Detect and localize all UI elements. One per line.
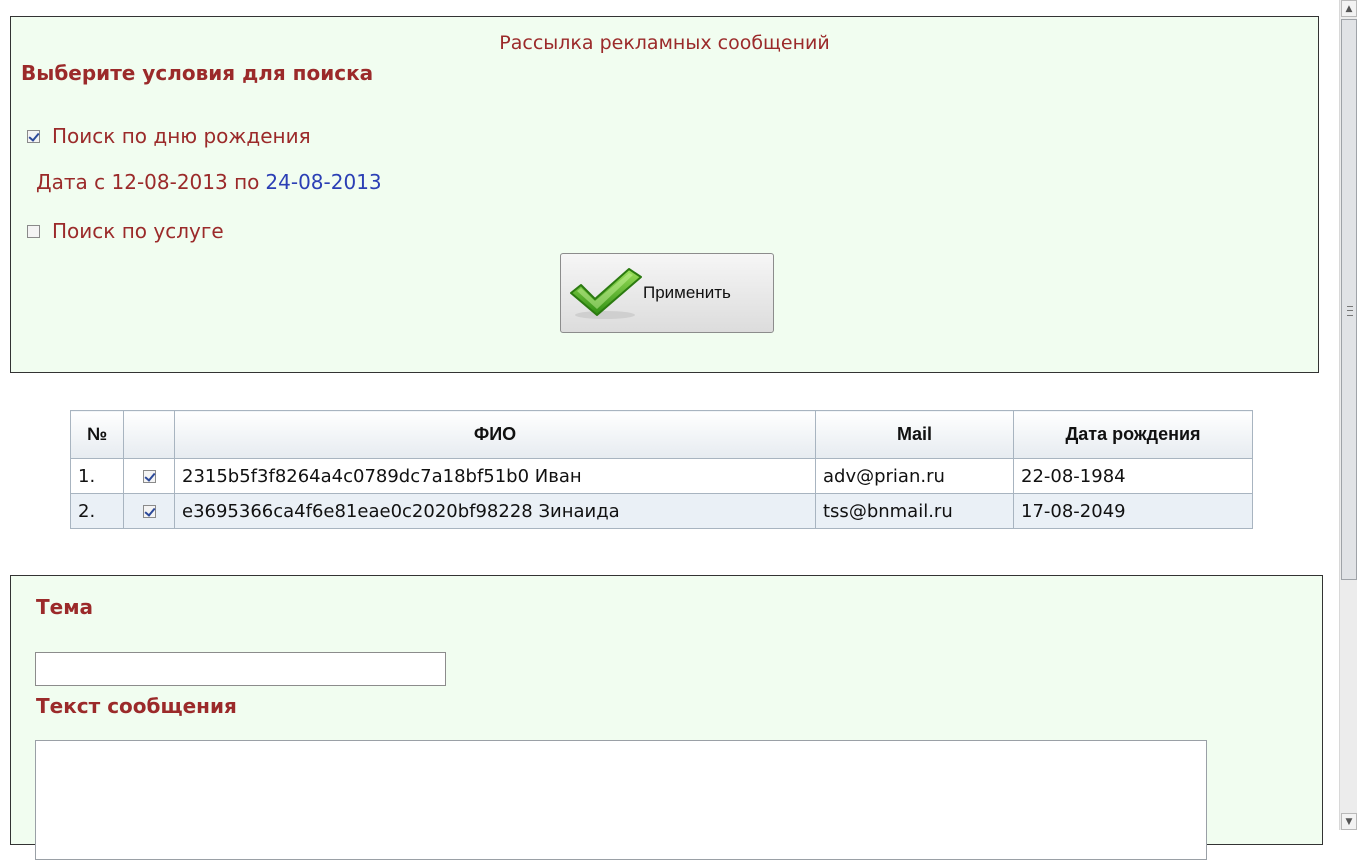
subject-input[interactable] xyxy=(35,652,446,686)
row-select-cell xyxy=(123,493,175,529)
apply-button-label: Применить xyxy=(643,283,731,302)
date-to-value[interactable]: 24-08-2013 xyxy=(265,170,381,194)
row-select-cell xyxy=(123,458,175,494)
birthday-search-label: Поиск по дню рождения xyxy=(52,124,311,148)
message-text-label: Текст сообщения xyxy=(36,694,237,718)
col-header-birth[interactable]: Дата рождения xyxy=(1013,410,1253,459)
page-title: Рассылка рекламных сообщений xyxy=(499,32,830,54)
service-search-label: Поиск по услуге xyxy=(52,219,224,243)
row-birth: 17-08-2049 xyxy=(1013,493,1253,529)
table-row: 2. e3695366ca4f6e81eae0c2020bf98228 Зина… xyxy=(70,493,1253,529)
search-conditions-heading: Выберите условия для поиска xyxy=(21,61,374,85)
scroll-up-icon[interactable]: ▲ xyxy=(1341,0,1357,17)
birthday-search-option[interactable]: Поиск по дню рождения xyxy=(27,124,311,148)
row-fio: 2315b5f3f8264a4c0789dc7a18bf51b0 Иван xyxy=(174,458,816,494)
scrollbar-thumb[interactable] xyxy=(1341,19,1357,580)
service-search-option[interactable]: Поиск по услуге xyxy=(27,219,224,243)
row-select-checkbox[interactable] xyxy=(142,505,156,518)
checkmark-icon xyxy=(570,268,642,319)
apply-button[interactable]: Применить xyxy=(560,253,774,333)
date-range: Дата с 12-08-2013 по 24-08-2013 xyxy=(36,170,382,194)
table-header-row: № ФИО Mail Дата рождения xyxy=(70,410,1253,459)
row-select-checkbox[interactable] xyxy=(142,470,156,483)
col-header-mail[interactable]: Mail xyxy=(815,410,1014,459)
row-fio: e3695366ca4f6e81eae0c2020bf98228 Зинаида xyxy=(174,493,816,529)
row-number: 2. xyxy=(70,493,124,529)
results-table: № ФИО Mail Дата рождения 1. 2315b5f3f826… xyxy=(70,410,1253,529)
date-from-label: Дата с 12-08-2013 по xyxy=(36,170,260,194)
col-header-num: № xyxy=(70,410,124,459)
row-mail: adv@prian.ru xyxy=(815,458,1014,494)
row-number: 1. xyxy=(70,458,124,494)
col-header-select xyxy=(123,410,175,459)
birthday-search-checkbox[interactable] xyxy=(27,129,40,143)
grip-icon xyxy=(1347,306,1353,316)
row-mail: tss@bnmail.ru xyxy=(815,493,1014,529)
message-textarea[interactable] xyxy=(35,740,1207,860)
service-search-checkbox[interactable] xyxy=(27,224,40,238)
col-header-fio[interactable]: ФИО xyxy=(174,410,816,459)
subject-label: Тема xyxy=(36,595,94,619)
row-birth: 22-08-1984 xyxy=(1013,458,1253,494)
message-panel: Тема Текст сообщения xyxy=(10,575,1323,860)
vertical-scrollbar[interactable]: ▲ ▼ xyxy=(1339,0,1357,830)
search-conditions-panel: Рассылка рекламных сообщений Выберите ус… xyxy=(10,16,1319,373)
scroll-down-icon[interactable]: ▼ xyxy=(1341,813,1357,830)
table-row: 1. 2315b5f3f8264a4c0789dc7a18bf51b0 Иван… xyxy=(70,458,1253,494)
